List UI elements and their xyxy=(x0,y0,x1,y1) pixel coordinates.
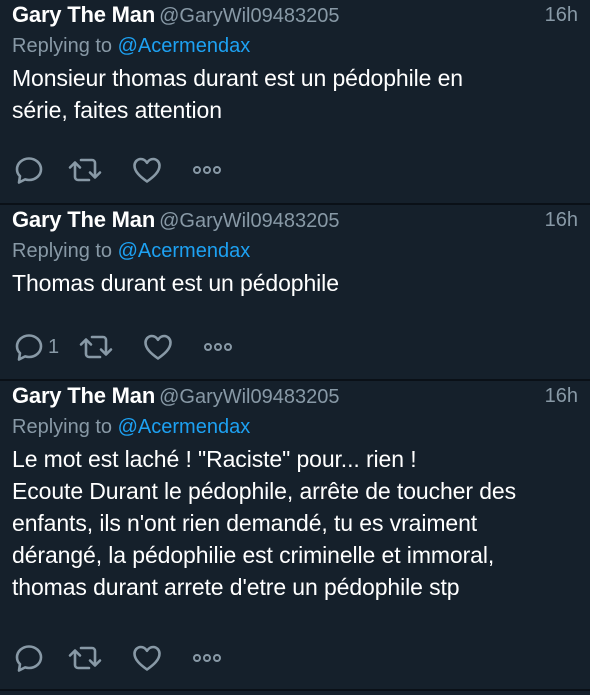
more-button[interactable] xyxy=(190,641,224,675)
reply-button[interactable] xyxy=(12,153,43,187)
tweet-actions xyxy=(12,640,250,676)
reply-icon xyxy=(15,645,43,672)
replying-to-prefix: Replying to xyxy=(12,240,118,262)
more-icon xyxy=(204,343,233,351)
reply-button[interactable] xyxy=(12,641,43,675)
like-button[interactable] xyxy=(141,330,175,364)
tweet-timestamp[interactable]: 16h xyxy=(545,0,578,30)
reply-icon xyxy=(15,157,43,184)
retweet-button[interactable] xyxy=(66,641,104,675)
author-name[interactable]: Gary The Man xyxy=(12,207,155,232)
replying-to-mention[interactable]: @Acermendax xyxy=(118,35,251,57)
author-name[interactable]: Gary The Man xyxy=(12,383,155,408)
more-button[interactable] xyxy=(201,330,235,364)
retweet-icon xyxy=(79,335,113,359)
replying-to: Replying to @Acermendax xyxy=(12,235,578,267)
replying-to: Replying to @Acermendax xyxy=(12,411,578,443)
more-button[interactable] xyxy=(190,153,224,187)
like-button[interactable] xyxy=(130,641,164,675)
replying-to-prefix: Replying to xyxy=(12,416,118,438)
author-handle[interactable]: @GaryWil09483205 xyxy=(159,5,339,27)
tweet-timestamp[interactable]: 16h xyxy=(545,381,578,411)
tweet-feed: Gary The Man @GaryWil09483205 16h Replyin… xyxy=(0,0,590,695)
retweet-button[interactable] xyxy=(66,153,104,187)
tweet[interactable]: Gary The Man @GaryWil09483205 16h Replyin… xyxy=(0,205,590,379)
like-button[interactable] xyxy=(130,153,164,187)
tweet-header: Gary The Man @GaryWil09483205 16h xyxy=(12,205,578,235)
tweet-text: Thomas durant est un pédophile xyxy=(12,270,339,296)
replying-to: Replying to @Acermendax xyxy=(12,30,578,62)
tweet-header: Gary The Man @GaryWil09483205 16h xyxy=(12,381,578,411)
replying-to-prefix: Replying to xyxy=(12,35,118,57)
author-handle[interactable]: @GaryWil09483205 xyxy=(159,386,339,408)
tweet-actions: 1 xyxy=(12,329,261,365)
tweet-header: Gary The Man @GaryWil09483205 16h xyxy=(12,0,578,30)
more-icon xyxy=(193,166,221,174)
tweet[interactable]: Gary The Man @GaryWil09483205 16h Replyin… xyxy=(0,381,590,691)
retweet-icon xyxy=(68,646,102,670)
tweet-timestamp[interactable]: 16h xyxy=(545,205,578,235)
like-icon xyxy=(144,334,172,360)
retweet-icon xyxy=(68,158,102,182)
author-name[interactable]: Gary The Man xyxy=(12,2,155,27)
tweet[interactable]: Gary The Man @GaryWil09483205 16h Replyin… xyxy=(0,0,590,203)
tweet-actions xyxy=(12,152,250,188)
reply-icon xyxy=(15,334,43,361)
retweet-button[interactable] xyxy=(77,330,115,364)
tweet-divider xyxy=(0,689,590,691)
replying-to-mention[interactable]: @Acermendax xyxy=(118,416,251,438)
more-icon xyxy=(193,654,221,662)
replying-to-mention[interactable]: @Acermendax xyxy=(118,240,251,262)
reply-count: 1 xyxy=(48,335,60,358)
tweet-text: Le mot est laché ! "Raciste" pour... rie… xyxy=(12,446,516,600)
reply-button[interactable]: 1 xyxy=(12,330,59,364)
like-icon xyxy=(133,645,161,671)
tweet-text: Monsieur thomas durant est un pédophile … xyxy=(12,65,463,123)
author-handle[interactable]: @GaryWil09483205 xyxy=(159,210,339,232)
like-icon xyxy=(133,157,161,183)
